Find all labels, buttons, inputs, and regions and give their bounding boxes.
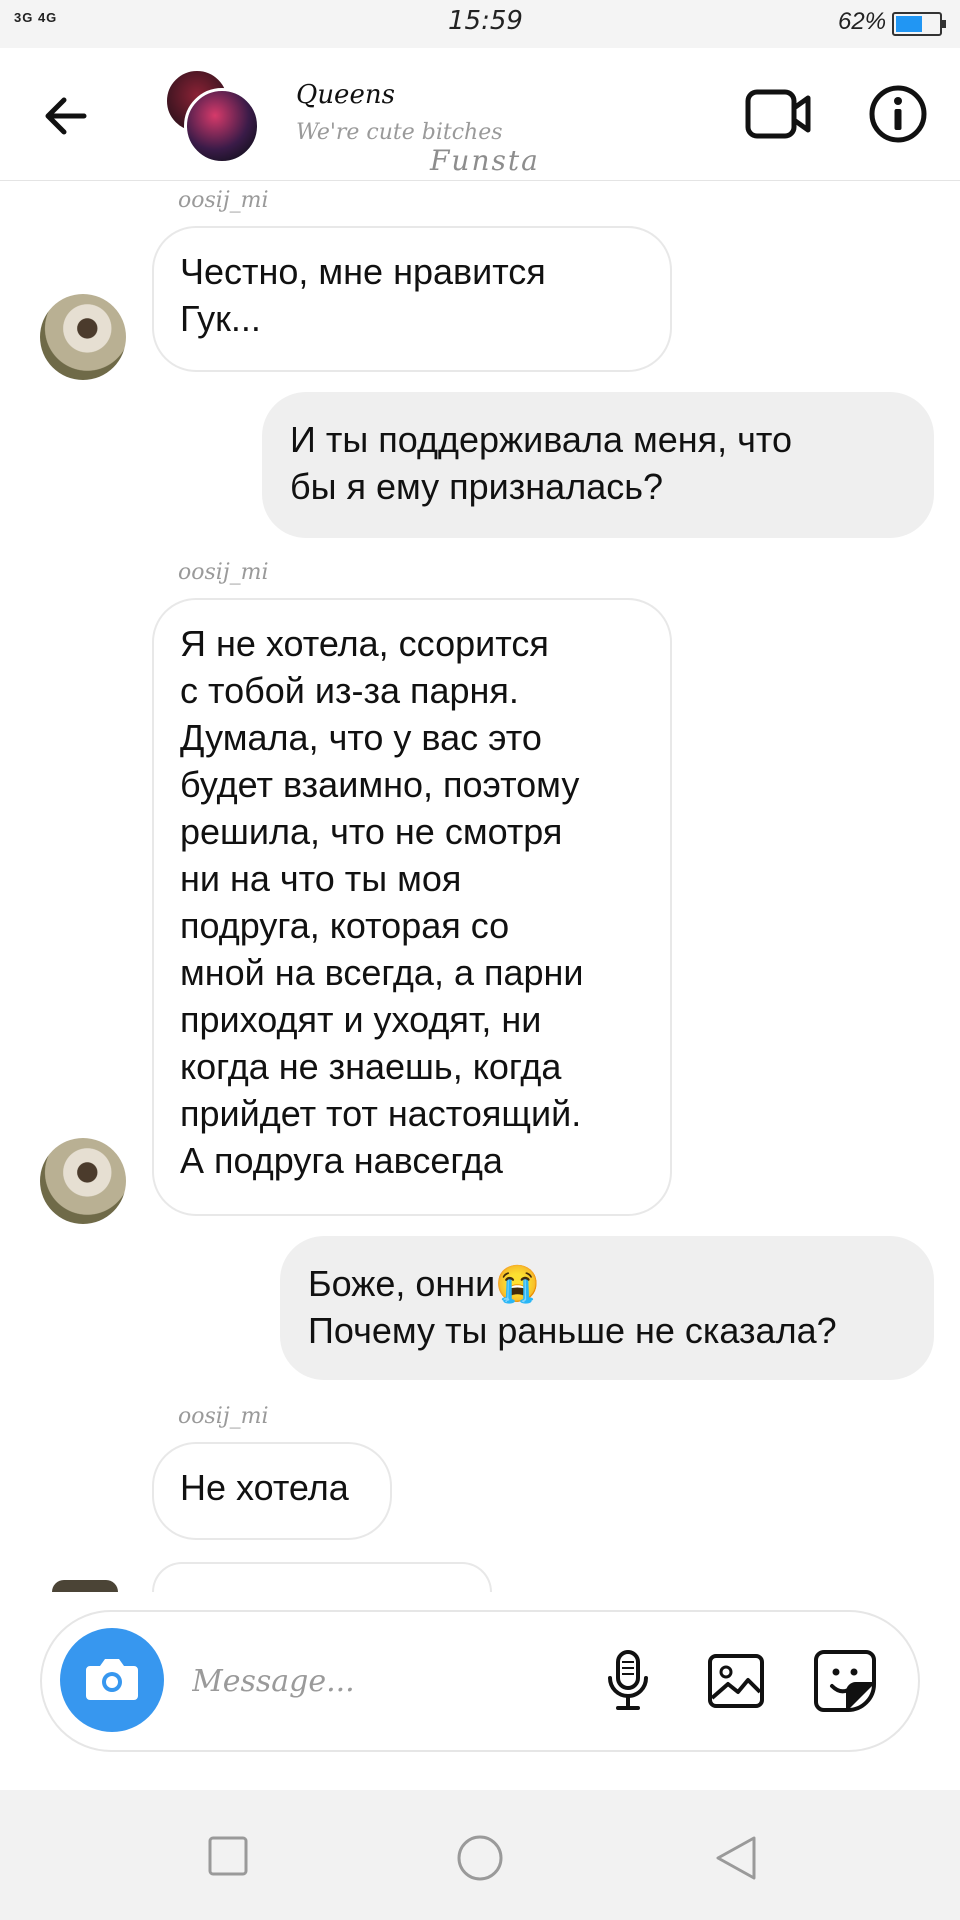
- sticker-icon[interactable]: [812, 1648, 878, 1714]
- message-text-line: когда не знаешь, когда: [180, 1046, 562, 1087]
- message-text-line: прийдет тот настоящий.: [180, 1093, 582, 1134]
- outgoing-message-bubble[interactable]: И ты поддерживала меня, что бы я ему приз…: [262, 392, 934, 538]
- message-sender-name: oosij_mi: [178, 560, 269, 585]
- message-text-line: Думала, что у вас это: [180, 717, 542, 758]
- battery-icon: [892, 12, 946, 36]
- message-text-line: Честно, мне нравится: [180, 251, 546, 292]
- message-sender-name: oosij_mi: [178, 1404, 269, 1429]
- battery-nub: [942, 20, 946, 28]
- battery-fill: [896, 16, 923, 32]
- microphone-icon[interactable]: [600, 1648, 656, 1712]
- incoming-message-bubble[interactable]: Не хотела: [152, 1442, 392, 1540]
- message-text-line: Гук...: [180, 298, 261, 339]
- incoming-message-bubble[interactable]: Честно, мне нравится Гук...: [152, 226, 672, 372]
- video-camera-icon[interactable]: [744, 84, 814, 144]
- message-text-line: А подруга навсегда: [180, 1140, 503, 1181]
- chat-title[interactable]: Queens: [296, 80, 395, 110]
- camera-icon: [86, 1659, 138, 1700]
- chat-subtitle: We're cute bitches: [296, 120, 503, 145]
- info-icon[interactable]: [868, 84, 928, 144]
- battery-percentage: 62%: [838, 8, 887, 35]
- outgoing-message-bubble[interactable]: Боже, онни😭 Почему ты раньше не сказала?: [280, 1236, 934, 1380]
- message-text-line: Боже, онни😭: [308, 1263, 541, 1304]
- message-sender-name: oosij_mi: [178, 188, 269, 213]
- message-text-line: решила, что не смотря: [180, 811, 563, 852]
- message-text-line: бы я ему призналась?: [290, 466, 664, 507]
- message-text-line: мной на всегда, а парни: [180, 952, 584, 993]
- message-text-line: И ты поддерживала меня, что: [290, 419, 792, 460]
- sender-avatar-partial: [52, 1580, 118, 1592]
- message-text-line: будет взаимно, поэтому: [180, 764, 580, 805]
- recents-icon[interactable]: [208, 1836, 248, 1876]
- incoming-message-bubble[interactable]: Я не хотела, ссорится с тобой из-за парня…: [152, 598, 672, 1216]
- status-time: 15:59: [448, 6, 523, 36]
- watermark-label: Funsta: [430, 144, 540, 177]
- message-text-line: подруга, которая со: [180, 905, 510, 946]
- message-input[interactable]: [190, 1650, 594, 1712]
- message-text-line: ни на что ты моя: [180, 858, 462, 899]
- group-avatar-front: [184, 88, 260, 164]
- camera-button[interactable]: [60, 1628, 164, 1732]
- message-text-line: приходят и уходят, ни: [180, 999, 542, 1040]
- message-text-line: Не хотела: [180, 1467, 349, 1508]
- sender-avatar[interactable]: [40, 1138, 126, 1224]
- message-text-line: Почему ты раньше не сказала?: [308, 1310, 837, 1351]
- message-text-line: Я не хотела, ссорится: [180, 623, 549, 664]
- back-triangle-icon[interactable]: [712, 1834, 760, 1882]
- arrow-left-icon[interactable]: [40, 88, 96, 144]
- sender-avatar[interactable]: [40, 294, 126, 380]
- signal-indicator: 3G 4G: [14, 10, 58, 25]
- message-text-line: с тобой из-за парня.: [180, 670, 519, 711]
- incoming-message-bubble-partial: [152, 1562, 492, 1592]
- home-icon[interactable]: [456, 1834, 504, 1882]
- group-avatar[interactable]: [164, 68, 260, 164]
- image-icon[interactable]: [706, 1652, 766, 1710]
